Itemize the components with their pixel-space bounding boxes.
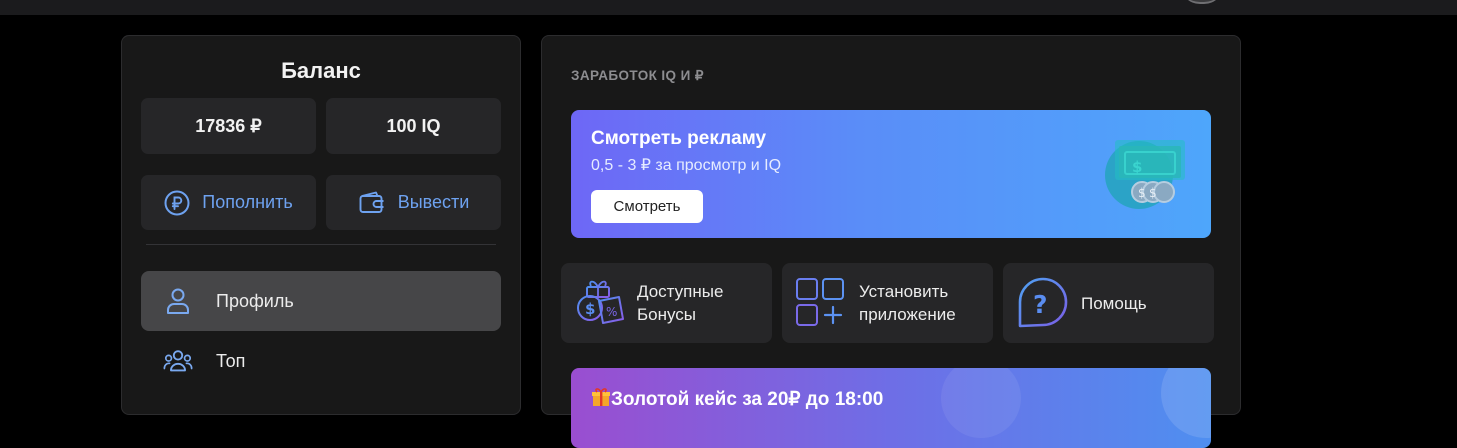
apps-add-icon xyxy=(795,277,847,334)
section-title: ЗАРАБОТОК IQ И ₽ xyxy=(571,68,704,83)
topup-button[interactable]: Пополнить xyxy=(141,175,316,230)
install-app-label: Установить приложение xyxy=(859,280,956,326)
watch-ads-card[interactable]: Смотреть рекламу 0,5 - 3 ₽ за просмотр и… xyxy=(571,110,1211,238)
bonuses-label: Доступные Бонусы xyxy=(637,280,723,326)
menu-item-profile[interactable]: Профиль xyxy=(141,271,501,331)
wallet-icon xyxy=(358,190,386,216)
withdraw-button[interactable]: Вывести xyxy=(326,175,501,230)
svg-text:$: $ xyxy=(1149,186,1157,200)
avatar[interactable] xyxy=(1180,0,1224,4)
help-tile[interactable]: ? Помощь xyxy=(1003,263,1214,343)
install-app-tile[interactable]: Установить приложение xyxy=(782,263,993,343)
earn-panel: ЗАРАБОТОК IQ И ₽ Смотреть рекламу 0,5 - … xyxy=(541,35,1241,448)
iq-balance-box: 100 IQ xyxy=(326,98,501,154)
gift-bonus-icon: $ % xyxy=(575,275,627,334)
svg-text:$: $ xyxy=(1132,158,1142,176)
iq-balance-value: 100 IQ xyxy=(386,115,441,136)
gold-case-card[interactable]: Золотой кейс за 20₽ до 18:00 xyxy=(571,368,1211,448)
help-icon: ? xyxy=(1016,276,1070,335)
svg-text:$: $ xyxy=(1138,186,1146,200)
tile-label-line: приложение xyxy=(859,305,956,324)
ruble-coin-icon xyxy=(164,190,190,216)
top-bar xyxy=(0,0,1457,15)
help-label: Помощь xyxy=(1081,294,1147,313)
bonuses-tile[interactable]: $ % Доступные Бонусы xyxy=(561,263,772,343)
decor-circle xyxy=(941,368,1021,438)
menu-item-label: Профиль xyxy=(216,290,294,311)
tile-label-line: Установить xyxy=(859,282,949,301)
withdraw-label: Вывести xyxy=(397,192,470,212)
topup-label: Пополнить xyxy=(202,192,293,212)
rub-balance-value: 17836 ₽ xyxy=(195,115,262,136)
svg-text:%: % xyxy=(606,305,617,319)
watch-button[interactable]: Смотреть xyxy=(591,190,703,223)
users-icon xyxy=(163,348,193,374)
ad-card-title: Смотреть рекламу xyxy=(591,128,767,149)
tile-label-line: Бонусы xyxy=(637,305,697,324)
menu-item-top[interactable]: Топ xyxy=(141,331,501,391)
gold-case-title-text: Золотой кейс за 20₽ до 18:00 xyxy=(611,389,884,410)
balance-title: Баланс xyxy=(281,58,361,83)
money-illustration-icon: $ $ $ xyxy=(1101,130,1191,225)
svg-text:$: $ xyxy=(585,300,595,318)
decor-circle xyxy=(1161,368,1211,438)
user-icon xyxy=(163,287,193,315)
rub-balance-box: 17836 ₽ xyxy=(141,98,316,154)
gold-case-title: Золотой кейс за 20₽ до 18:00 xyxy=(591,387,883,413)
ad-card-subtitle: 0,5 - 3 ₽ за просмотр и IQ xyxy=(591,157,782,174)
balance-panel: Баланс 17836 ₽ 100 IQ Пополнить Вывести xyxy=(121,35,521,415)
svg-text:?: ? xyxy=(1033,290,1048,319)
tile-label-line: Доступные xyxy=(637,282,724,301)
menu-item-label: Топ xyxy=(216,350,246,371)
divider xyxy=(146,244,496,245)
gift-emoji-icon xyxy=(591,387,611,413)
